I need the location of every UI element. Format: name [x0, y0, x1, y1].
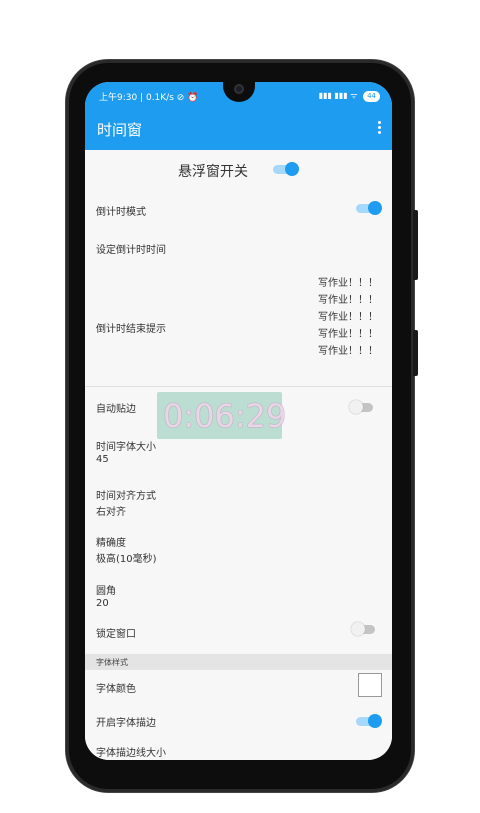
status-time: 上午9:30 | 0.1K/s ⊘ ⏰	[99, 93, 199, 103]
floating-timer-window[interactable]: 0:06:29	[157, 392, 286, 439]
front-camera	[223, 82, 255, 102]
signal-icon: ▮▮▮ ▮▮▮ ᯤ	[318, 91, 358, 100]
settings-list: 悬浮窗开关 倒计时模式 设定倒计时时间 倒计时结束提示 写作业！！！ 写作业！！…	[85, 150, 392, 760]
auto-snap-label: 自动贴边	[96, 404, 136, 415]
countdown-end-hint-text: 写作业！！！ 写作业！！！ 写作业！！！ 写作业！！！ 写作业！！！	[318, 278, 378, 357]
font-color-label: 字体颜色	[96, 684, 136, 695]
font-size-value: 45	[96, 454, 109, 465]
countdown-mode-label: 倒计时模式	[96, 207, 146, 218]
volume-button	[413, 210, 418, 280]
countdown-mode-toggle[interactable]	[356, 201, 382, 215]
radius-value: 20	[96, 598, 109, 609]
font-size-label[interactable]: 时间字体大小	[96, 438, 156, 453]
set-countdown-label[interactable]: 设定倒计时时间	[96, 241, 166, 256]
battery-icon: 44	[363, 91, 380, 102]
more-menu-icon[interactable]	[378, 121, 382, 137]
float-window-toggle[interactable]	[273, 162, 299, 176]
precision-value: 极高(10毫秒)	[96, 554, 157, 565]
divider	[85, 386, 392, 387]
align-value: 右对齐	[96, 507, 126, 518]
stroke-label: 开启字体描边	[96, 718, 156, 729]
power-button	[413, 330, 418, 376]
stroke-toggle[interactable]	[356, 714, 382, 728]
status-icons: ▮▮▮ ▮▮▮ ᯤ 44	[319, 90, 380, 102]
radius-label[interactable]: 圆角	[96, 582, 116, 597]
font-color-swatch[interactable]	[358, 673, 382, 697]
auto-snap-toggle[interactable]	[349, 400, 375, 414]
float-toggle-label: 悬浮窗开关	[178, 164, 248, 180]
section-header-font-style: 字体样式	[85, 654, 392, 670]
floating-timer-text: 0:06:29	[163, 397, 287, 435]
stroke-size-label[interactable]: 字体描边线大小	[96, 744, 166, 759]
lock-window-toggle[interactable]	[351, 622, 377, 636]
lock-window-label: 锁定窗口	[96, 629, 136, 640]
app-title: 时间窗	[97, 121, 143, 139]
countdown-end-hint-label[interactable]: 倒计时结束提示	[96, 320, 166, 335]
status-bar: 上午9:30 | 0.1K/s ⊘ ⏰ ▮▮▮ ▮▮▮ ᯤ 44	[85, 82, 392, 107]
app-bar: 时间窗	[85, 107, 392, 150]
precision-label[interactable]: 精确度	[96, 534, 126, 549]
align-label[interactable]: 时间对齐方式	[96, 487, 156, 502]
